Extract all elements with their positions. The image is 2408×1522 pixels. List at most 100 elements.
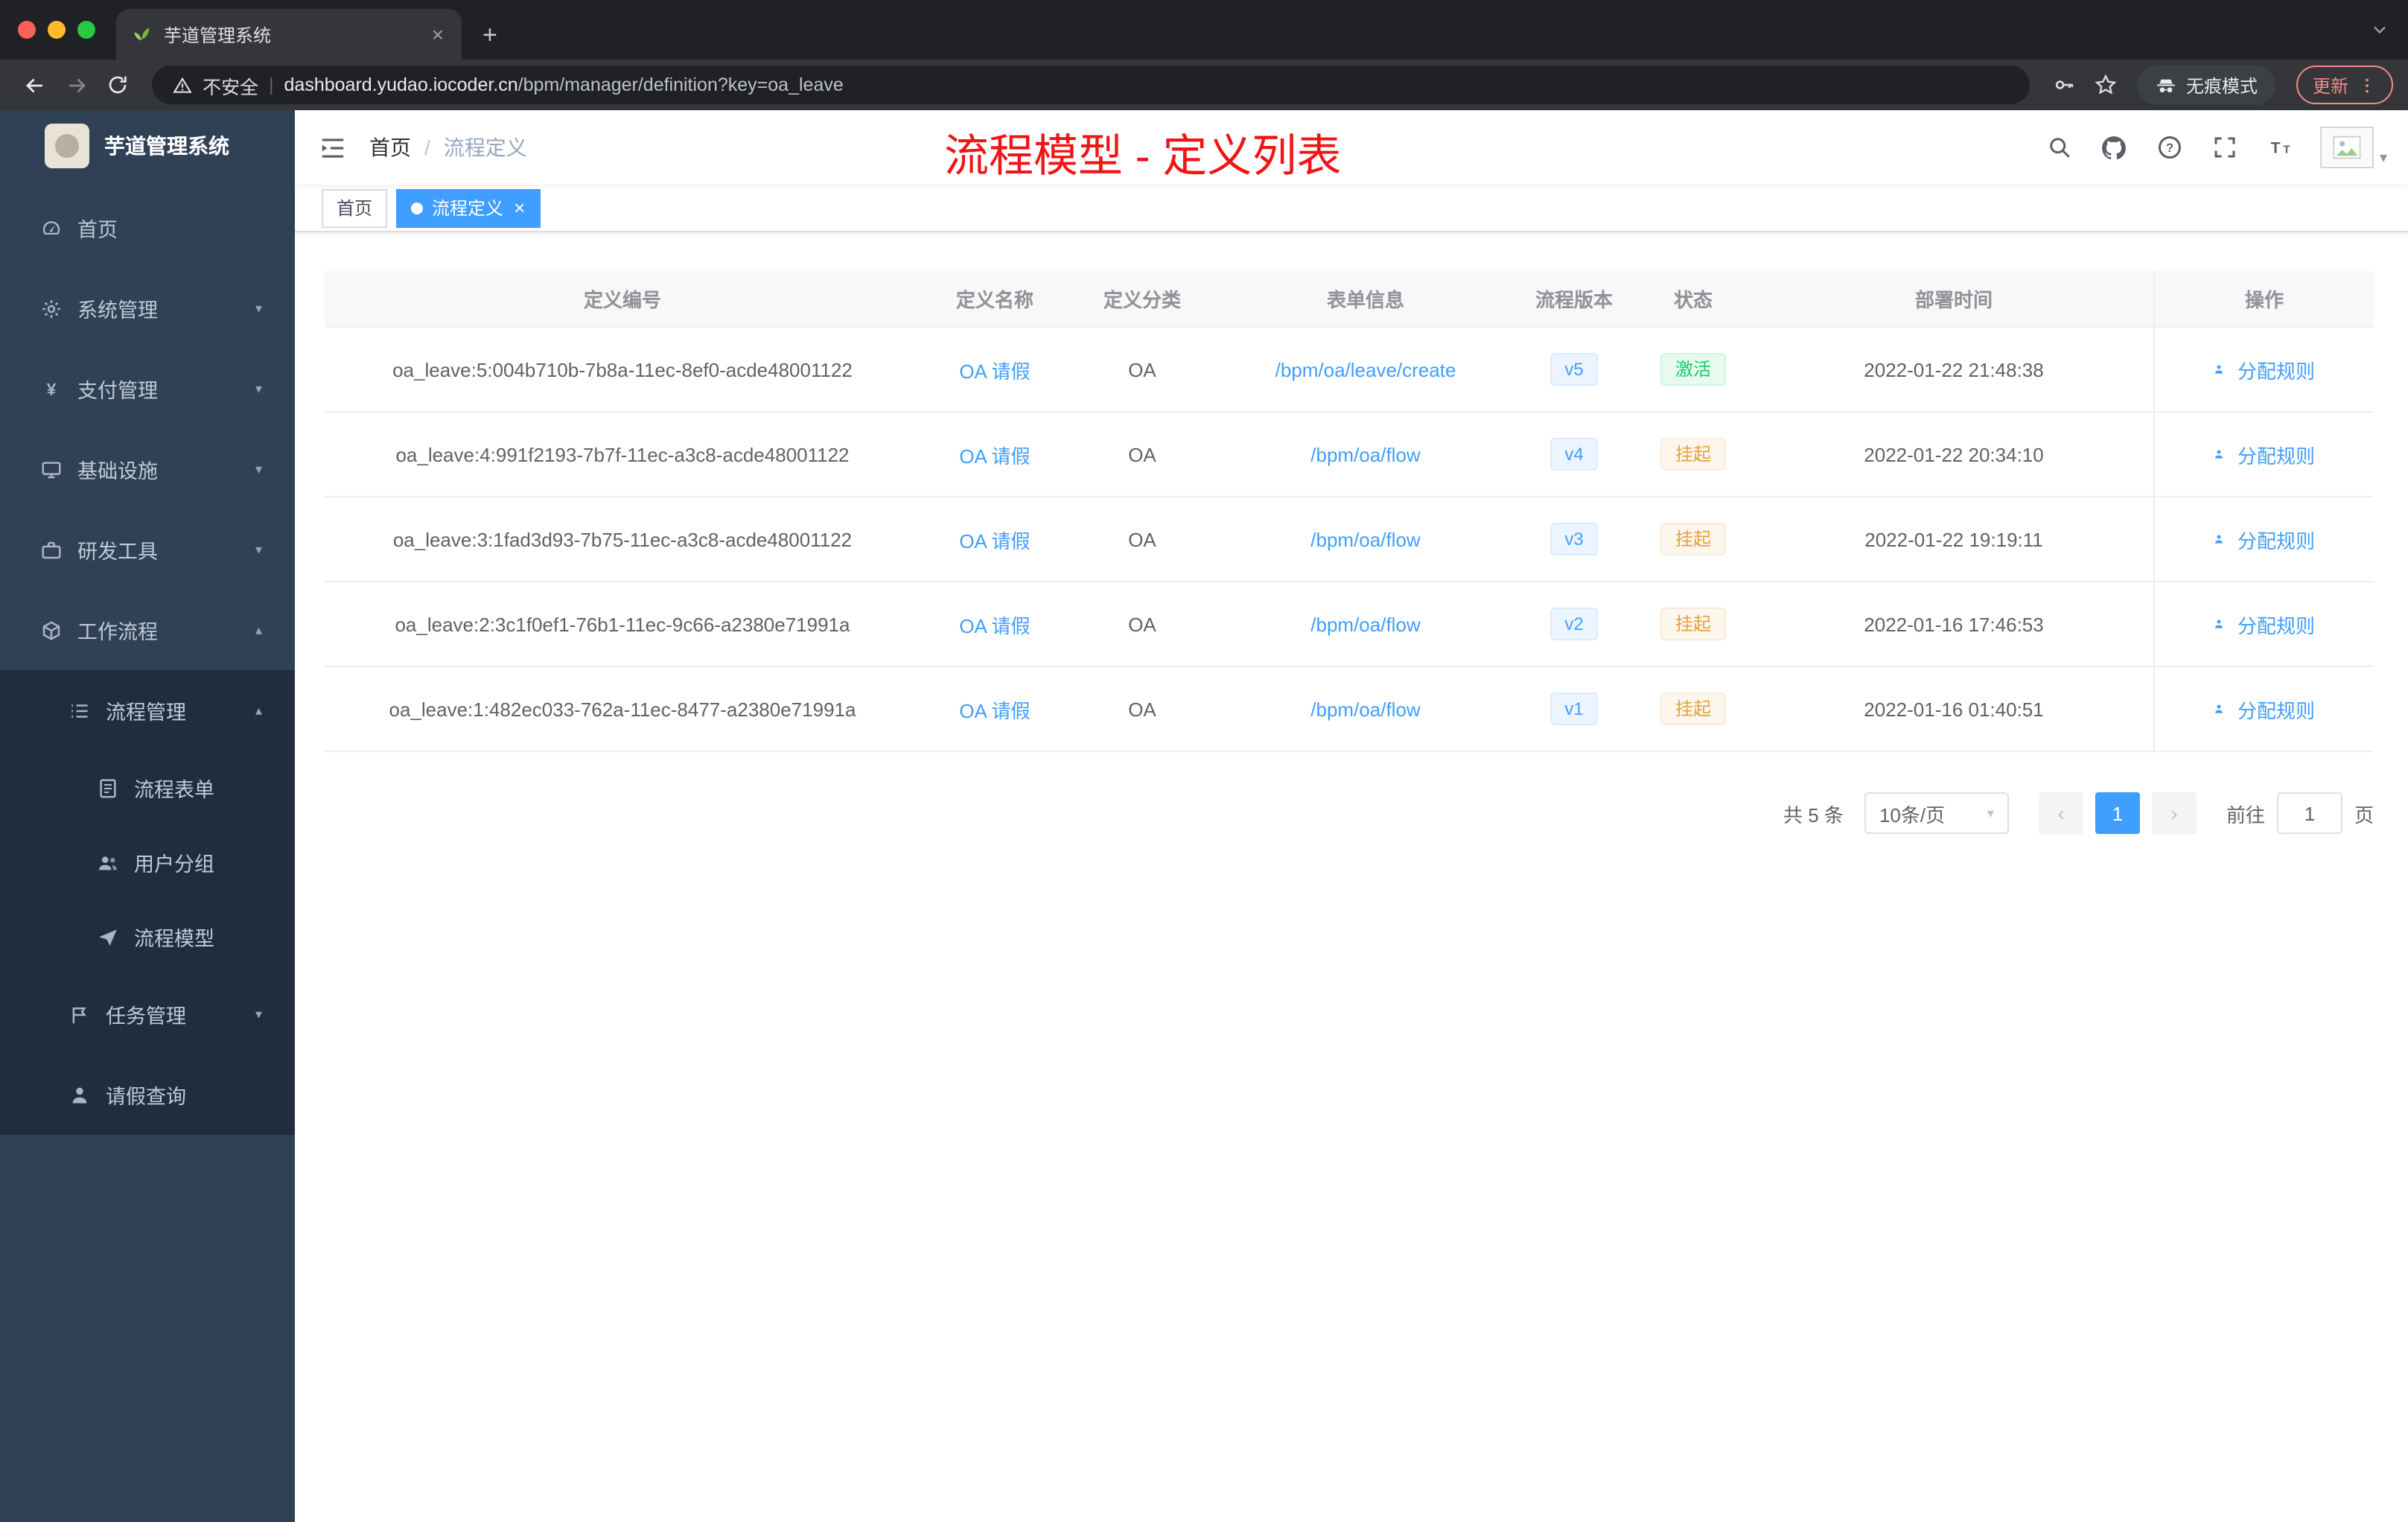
screen: 芋道管理系统 × + 不安全 | dashboard.yudao.iocoder…	[0, 0, 2408, 1522]
sidebar-item-task-manage[interactable]: 任务管理 ▾	[0, 974, 295, 1054]
chevron-down-icon: ▾	[255, 380, 262, 395]
version-badge: v4	[1549, 438, 1599, 471]
cell-definition-id: oa_leave:2:3c1f0ef1-76b1-11ec-9c66-a2380…	[395, 613, 850, 635]
sidebar-item-payment[interactable]: ¥ 支付管理 ▾	[0, 348, 295, 429]
form-icon	[95, 776, 119, 800]
user-icon	[2214, 700, 2232, 718]
tag-process-definition[interactable]: 流程定义 ×	[396, 188, 541, 227]
tag-home[interactable]: 首页	[322, 188, 388, 227]
logo-avatar	[45, 124, 89, 168]
url-bar[interactable]: 不安全 | dashboard.yudao.iocoder.cn/bpm/man…	[152, 66, 2030, 104]
reload-icon[interactable]	[98, 66, 137, 104]
cell-definition-id: oa_leave:5:004b710b-7b8a-11ec-8ef0-acde4…	[392, 358, 853, 380]
form-link[interactable]: /bpm/oa/flow	[1310, 443, 1420, 465]
version-badge: v1	[1549, 692, 1599, 725]
page-size-select[interactable]: 10条/页 ▾	[1864, 792, 2009, 834]
assign-rule-link[interactable]: 分配规则	[2214, 355, 2315, 383]
sidebar-item-workflow[interactable]: 工作流程 ▴	[0, 590, 295, 670]
assign-rule-link[interactable]: 分配规则	[2214, 440, 2315, 468]
cell-category: OA	[1128, 528, 1156, 550]
fullscreen-icon[interactable]	[2210, 133, 2240, 162]
sidebar-item-system[interactable]: 系统管理 ▾	[0, 268, 295, 348]
cell-deploy-time: 2022-01-16 01:40:51	[1864, 698, 2044, 720]
form-link[interactable]: /bpm/oa/flow	[1310, 613, 1420, 635]
window-zoom-button[interactable]	[77, 21, 95, 39]
app-logo[interactable]: 芋道管理系统	[0, 110, 295, 182]
svg-text:T: T	[2271, 140, 2281, 157]
user-avatar[interactable]: ▾	[2319, 127, 2387, 168]
sidebar-item-process-form[interactable]: 流程表单	[0, 751, 295, 825]
forward-icon[interactable]	[57, 66, 95, 104]
column-header: 定义编号	[583, 289, 661, 311]
prev-page-button[interactable]: ‹	[2038, 792, 2083, 834]
table-body: oa_leave:5:004b710b-7b8a-11ec-8ef0-acde4…	[325, 328, 2374, 752]
goto-page-input[interactable]	[2276, 792, 2342, 834]
favicon-leaf-icon	[131, 24, 152, 45]
devtool-icon	[39, 538, 63, 561]
tab-search-chevron-down-icon[interactable]	[2369, 19, 2390, 48]
back-icon[interactable]	[15, 66, 54, 104]
status-badge: 挂起	[1660, 692, 1726, 725]
definition-name-link[interactable]: OA 请假	[959, 695, 1030, 723]
chevron-up-icon: ▴	[255, 702, 262, 717]
chevron-down-icon: ▾	[255, 1006, 262, 1021]
form-link[interactable]: /bpm/oa/leave/create	[1275, 358, 1456, 380]
pagination-total: 共 5 条	[1783, 803, 1844, 826]
task-icon	[67, 1002, 91, 1026]
cell-definition-id: oa_leave:1:482ec033-762a-11ec-8477-a2380…	[389, 698, 856, 720]
status-badge: 挂起	[1660, 523, 1726, 555]
close-icon[interactable]: ×	[514, 198, 525, 217]
github-icon[interactable]	[2100, 133, 2130, 162]
status-badge: 激活	[1660, 353, 1726, 386]
workflow-icon	[39, 618, 63, 642]
form-link[interactable]: /bpm/oa/flow	[1310, 698, 1420, 720]
update-button[interactable]: 更新	[2296, 66, 2393, 104]
infra-icon	[39, 457, 63, 481]
form-link[interactable]: /bpm/oa/flow	[1310, 528, 1420, 550]
dashboard-icon	[39, 216, 63, 240]
window-minimize-button[interactable]	[48, 21, 66, 39]
cell-deploy-time: 2022-01-22 19:19:11	[1864, 528, 2043, 550]
definition-name-link[interactable]: OA 请假	[959, 440, 1030, 468]
font-size-icon[interactable]: TT	[2265, 133, 2295, 162]
sidebar-item-leave-query[interactable]: 请假查询	[0, 1054, 295, 1135]
browser-tab[interactable]: 芋道管理系统 ×	[116, 9, 462, 60]
password-key-icon[interactable]	[2045, 66, 2083, 104]
browser-tab-strip: 芋道管理系统 × +	[0, 0, 2408, 60]
page-number-button[interactable]: 1	[2095, 792, 2140, 834]
help-icon[interactable]: ?	[2155, 133, 2185, 162]
table-row: oa_leave:5:004b710b-7b8a-11ec-8ef0-acde4…	[325, 328, 2374, 413]
user-icon	[2214, 445, 2232, 463]
top-navbar: 首页 / 流程定义 流程模型 - 定义列表 ? T T ▾	[295, 110, 2408, 185]
menu-dots-icon[interactable]	[2357, 75, 2377, 95]
user-icon	[2214, 530, 2232, 548]
definition-name-link[interactable]: OA 请假	[959, 610, 1030, 638]
chevron-up-icon: ▴	[255, 622, 262, 637]
sidebar-item-process-model[interactable]: 流程模型	[0, 899, 295, 974]
search-icon[interactable]	[2045, 133, 2074, 162]
user-icon	[2214, 615, 2232, 633]
bookmark-star-icon[interactable]	[2086, 66, 2125, 104]
assign-rule-link[interactable]: 分配规则	[2214, 525, 2315, 553]
sidebar-menu: 首页 系统管理 ▾ ¥ 支付管理 ▾ 基础设施 ▾ 研发工具 ▾ 工作流程 ▴ 流程管理 ▴…	[0, 182, 295, 1135]
breadcrumb-home[interactable]: 首页	[369, 133, 411, 162]
sidebar-item-home[interactable]: 首页	[0, 188, 295, 268]
tags-bar: 首页 流程定义 ×	[295, 185, 2408, 232]
definition-name-link[interactable]: OA 请假	[959, 525, 1030, 553]
new-tab-button[interactable]: +	[482, 21, 497, 51]
user-icon	[2214, 360, 2232, 378]
window-close-button[interactable]	[18, 21, 36, 39]
next-page-button[interactable]: ›	[2151, 792, 2197, 834]
column-header: 操作	[2153, 271, 2374, 326]
sidebar-item-process-manage[interactable]: 流程管理 ▴	[0, 670, 295, 751]
sidebar-item-devtool[interactable]: 研发工具 ▾	[0, 509, 295, 590]
sidebar-item-infra[interactable]: 基础设施 ▾	[0, 429, 295, 509]
assign-rule-link[interactable]: 分配规则	[2214, 695, 2315, 723]
assign-rule-link[interactable]: 分配规则	[2214, 610, 2315, 638]
tab-close-icon[interactable]: ×	[429, 22, 447, 46]
definition-name-link[interactable]: OA 请假	[959, 355, 1030, 383]
sidebar-item-user-group[interactable]: 用户分组	[0, 825, 295, 899]
cell-category: OA	[1128, 613, 1156, 635]
hamburger-icon[interactable]	[295, 133, 369, 162]
security-warning-icon[interactable]	[173, 75, 192, 95]
